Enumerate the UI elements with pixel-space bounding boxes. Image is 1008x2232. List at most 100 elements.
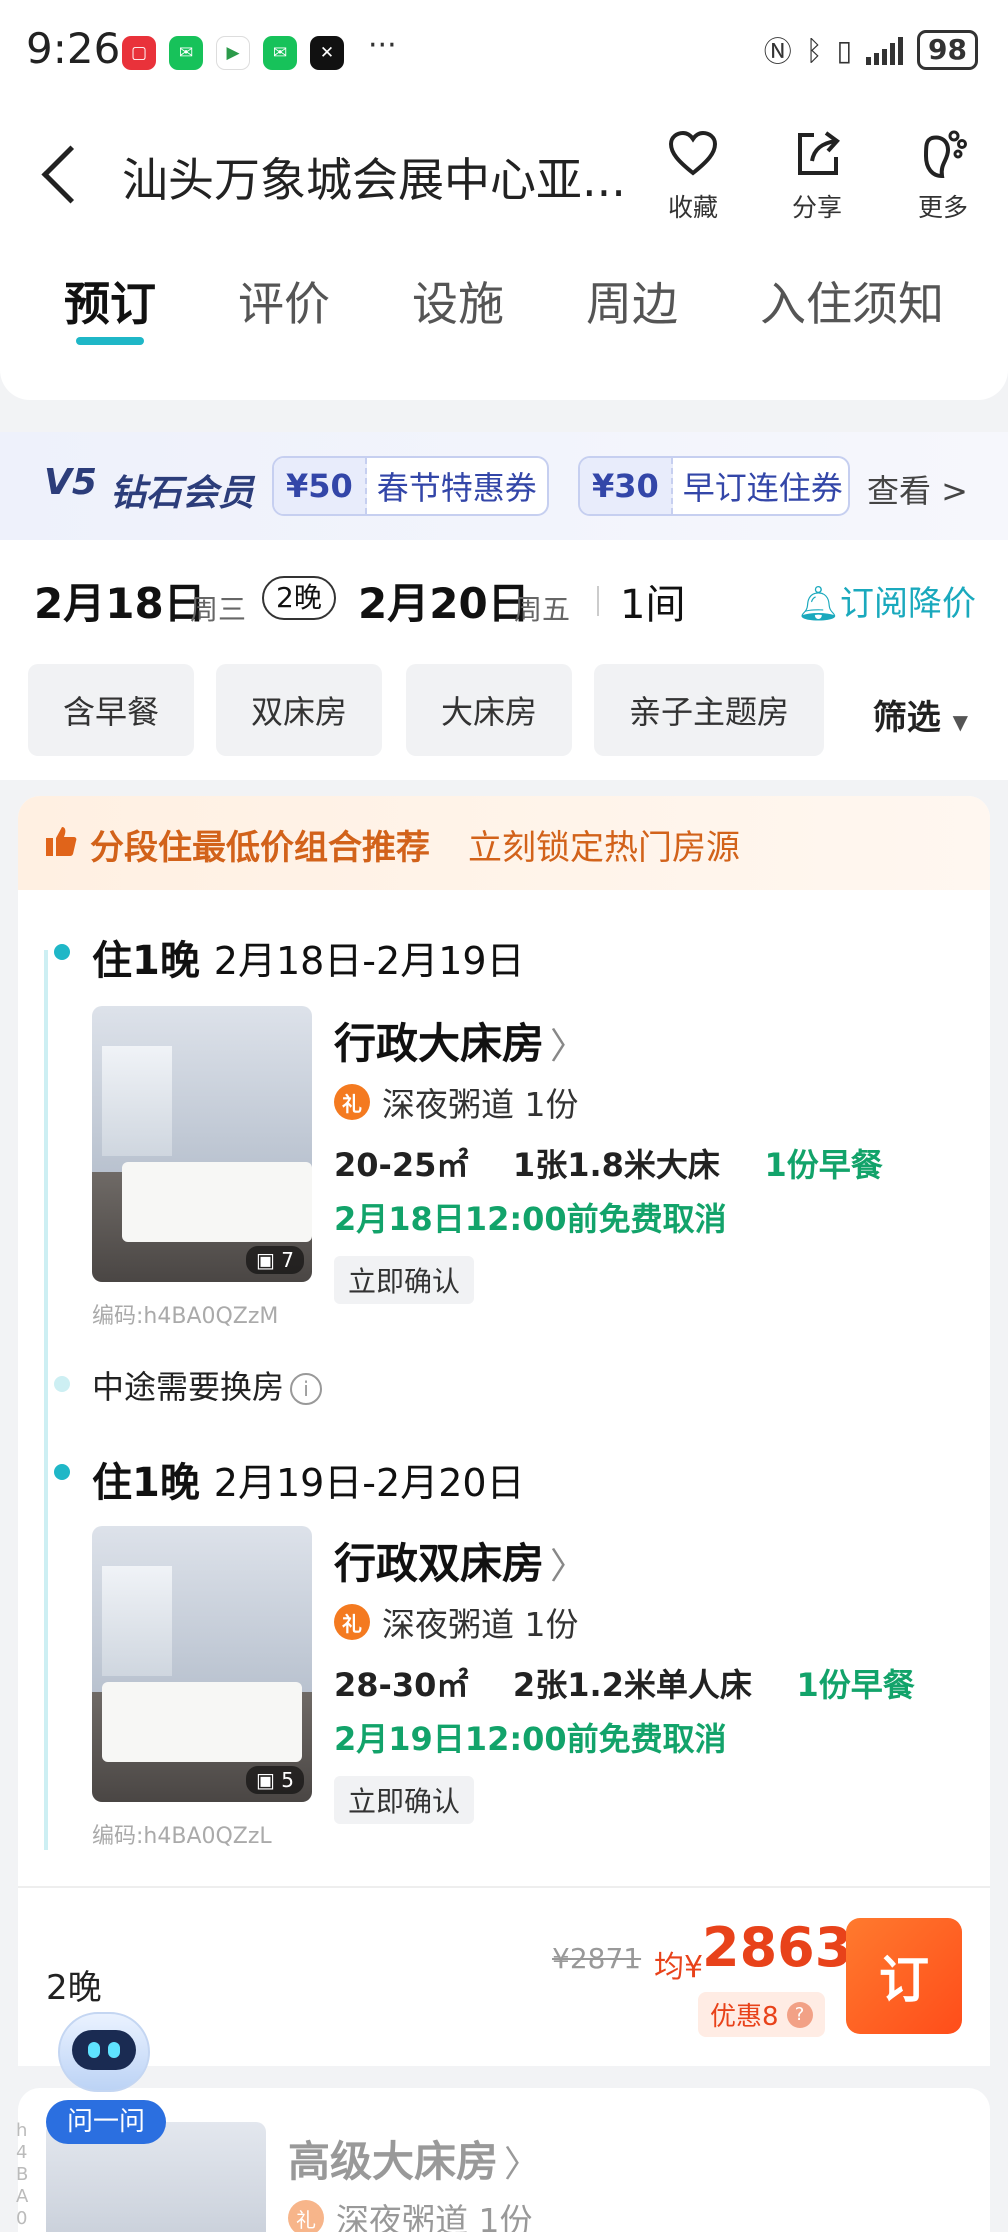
coupon-amount: ¥30 bbox=[580, 458, 673, 514]
segment-1-title: 住1晚 2月18日-2月19日 bbox=[92, 928, 525, 986]
room-name: 行政大床房 bbox=[334, 1019, 545, 1068]
more-notifications-icon: ··· bbox=[368, 28, 397, 63]
hotel-title: 汕头万象城会展中心亚... bbox=[122, 153, 626, 207]
nights-label: 2晚 bbox=[46, 1968, 102, 2008]
next-room-card[interactable]: 高级大床房〉 礼深夜粥道 1份 bbox=[18, 2088, 990, 2232]
vibrate-icon: ▯ bbox=[836, 33, 853, 67]
bell-icon: 🔔︎ bbox=[796, 584, 840, 624]
member-level-badge: V5 bbox=[44, 462, 97, 503]
more-label: 更多 bbox=[917, 193, 968, 222]
date-selector[interactable]: 2月18日 周三 2晚 2月20日 周五 1间 🔔︎订阅降价 bbox=[0, 540, 1008, 660]
gift-icon: 礼 bbox=[334, 1604, 370, 1640]
filter-chip-breakfast[interactable]: 含早餐 bbox=[28, 664, 194, 756]
active-tab-indicator bbox=[76, 337, 144, 345]
back-button[interactable] bbox=[38, 140, 88, 210]
more-button[interactable]: 更多 bbox=[898, 124, 988, 224]
room-photo[interactable]: ▣ 7 bbox=[92, 1006, 312, 1282]
gift-perk: 礼深夜粥道 1份 bbox=[334, 1598, 579, 1646]
tab-checkin-notice[interactable]: 入住须知 bbox=[760, 268, 944, 334]
room-name-link[interactable]: 高级大床房〉 bbox=[288, 2128, 540, 2189]
chevron-right-icon: 〉 bbox=[550, 1026, 587, 1067]
stay-timeline bbox=[44, 950, 48, 1850]
price-alert-button[interactable]: 🔔︎订阅降价 bbox=[797, 576, 976, 625]
room-specs: 20-25㎡ 1张1.8米大床 1份早餐 bbox=[334, 1140, 883, 1186]
room-name-link[interactable]: 行政大床房〉 bbox=[334, 1010, 586, 1071]
tab-nearby[interactable]: 周边 bbox=[586, 268, 678, 334]
timeline-dot bbox=[54, 944, 70, 960]
room-area: 28-30㎡ bbox=[334, 1666, 469, 1704]
filter-bar: 含早餐 双床房 大床房 亲子主题房 筛选 ▼ bbox=[0, 660, 1008, 780]
robot-assistant-icon[interactable] bbox=[50, 2006, 160, 2106]
help-icon: ? bbox=[786, 2001, 813, 2028]
favorite-button[interactable]: 收藏 bbox=[648, 124, 738, 224]
gift-text: 深夜粥道 1份 bbox=[382, 1085, 579, 1124]
free-cancel-policy: 2月18日12:00前免费取消 bbox=[334, 1200, 727, 1238]
room-name-link[interactable]: 行政双床房〉 bbox=[334, 1530, 586, 1591]
checkout-weekday: 周五 bbox=[514, 593, 571, 626]
room-photo[interactable]: ▣ 5 bbox=[92, 1526, 312, 1802]
coupon-amount: ¥50 bbox=[274, 458, 367, 514]
side-code: h4BA0 bbox=[16, 2120, 29, 2229]
tab-booking[interactable]: 预订 bbox=[64, 268, 156, 334]
coupon-early-booking[interactable]: ¥30 早订连住券 bbox=[578, 456, 850, 516]
average-label: 均¥ bbox=[654, 1950, 704, 1985]
status-time: 9:26 bbox=[26, 24, 121, 73]
combo-title: 分段住最低价组合推荐 bbox=[90, 828, 430, 868]
combo-recommendation-card: 分段住最低价组合推荐 立刻锁定热门房源 bbox=[18, 796, 990, 2066]
average-price: 2863 bbox=[702, 1916, 853, 1979]
segment-2-title: 住1晚 2月19日-2月20日 bbox=[92, 1450, 525, 1508]
room-specs: 28-30㎡ 2张1.2米单人床 1份早餐 bbox=[334, 1660, 915, 1706]
filter-button[interactable]: 筛选 ▼ bbox=[873, 690, 968, 739]
discount-badge[interactable]: 优惠8? bbox=[698, 1992, 825, 2037]
coupon-name: 早订连住券 bbox=[682, 469, 843, 507]
chevron-right-icon: 〉 bbox=[550, 1546, 587, 1587]
view-coupons-link[interactable]: 查看 > bbox=[867, 466, 968, 512]
tab-bar: 预订 评价 设施 周边 入住须知 bbox=[0, 258, 1008, 348]
segment-stay: 住1晚 bbox=[92, 1460, 200, 1506]
heart-icon bbox=[648, 124, 738, 184]
tab-reviews[interactable]: 评价 bbox=[238, 268, 330, 334]
checkin-date[interactable]: 2月18日 bbox=[34, 570, 206, 631]
room-code: 编码:h4BA0QZzL bbox=[92, 1824, 272, 1849]
breakfast-info: 1份早餐 bbox=[796, 1666, 915, 1704]
info-icon[interactable]: i bbox=[290, 1373, 323, 1405]
timeline-dot bbox=[54, 1376, 70, 1392]
footprint-icon bbox=[898, 124, 988, 184]
wechat-icon: ✉ bbox=[169, 36, 203, 70]
bluetooth-icon: ᛒ bbox=[805, 33, 823, 67]
filter-chip-king[interactable]: 大床房 bbox=[406, 664, 572, 756]
filter-label: 筛选 bbox=[872, 698, 941, 738]
room-name: 高级大床房 bbox=[288, 2137, 499, 2186]
notification-icons: ▢ ✉ ▶ ✉ ✕ bbox=[122, 36, 344, 70]
ask-assistant-button[interactable]: 问一问 bbox=[46, 2100, 166, 2144]
combo-subtitle: 立刻锁定热门房源 bbox=[468, 828, 740, 868]
member-title: 钻石会员 bbox=[110, 473, 255, 514]
tab-facilities[interactable]: 设施 bbox=[412, 268, 504, 334]
discount-text: 优惠8 bbox=[710, 2002, 779, 2032]
photo-count-badge: ▣ 5 bbox=[246, 1766, 304, 1794]
member-benefits-bar[interactable]: V5 钻石会员 ¥50 春节特惠券 ¥30 早订连住券 查看 > bbox=[0, 432, 1008, 540]
filter-chip-twin[interactable]: 双床房 bbox=[216, 664, 382, 756]
room-count[interactable]: 1间 bbox=[620, 572, 685, 630]
filter-chip-family[interactable]: 亲子主题房 bbox=[594, 664, 824, 756]
battery-indicator: 98 bbox=[917, 30, 978, 70]
book-button[interactable]: 订 bbox=[846, 1918, 962, 2034]
checkout-date[interactable]: 2月20日 bbox=[358, 570, 530, 631]
segment-range: 2月18日-2月19日 bbox=[213, 939, 525, 983]
status-bar: 9:26 ▢ ✉ ▶ ✉ ✕ ··· Ⓝ ᛒ ▯ 98 bbox=[0, 0, 1008, 100]
gift-text: 深夜粥道 1份 bbox=[336, 2201, 533, 2232]
coupon-spring[interactable]: ¥50 春节特惠券 bbox=[272, 456, 549, 516]
photo-count: 5 bbox=[281, 1768, 294, 1792]
share-button[interactable]: 分享 bbox=[772, 124, 862, 224]
price-alert-label: 订阅降价 bbox=[840, 584, 976, 624]
gift-perk: 礼深夜粥道 1份 bbox=[334, 1078, 579, 1126]
share-label: 分享 bbox=[791, 193, 842, 222]
room-name: 行政双床房 bbox=[334, 1539, 545, 1588]
gift-perk: 礼深夜粥道 1份 bbox=[288, 2194, 533, 2232]
photo-count-badge: ▣ 7 bbox=[246, 1246, 304, 1274]
instant-confirm-tag: 立即确认 bbox=[334, 1256, 475, 1304]
app-notification-icon: ▢ bbox=[122, 36, 156, 70]
thumbs-up-icon bbox=[46, 827, 77, 856]
gift-text: 深夜粥道 1份 bbox=[382, 1605, 579, 1644]
gift-icon: 礼 bbox=[334, 1084, 370, 1120]
